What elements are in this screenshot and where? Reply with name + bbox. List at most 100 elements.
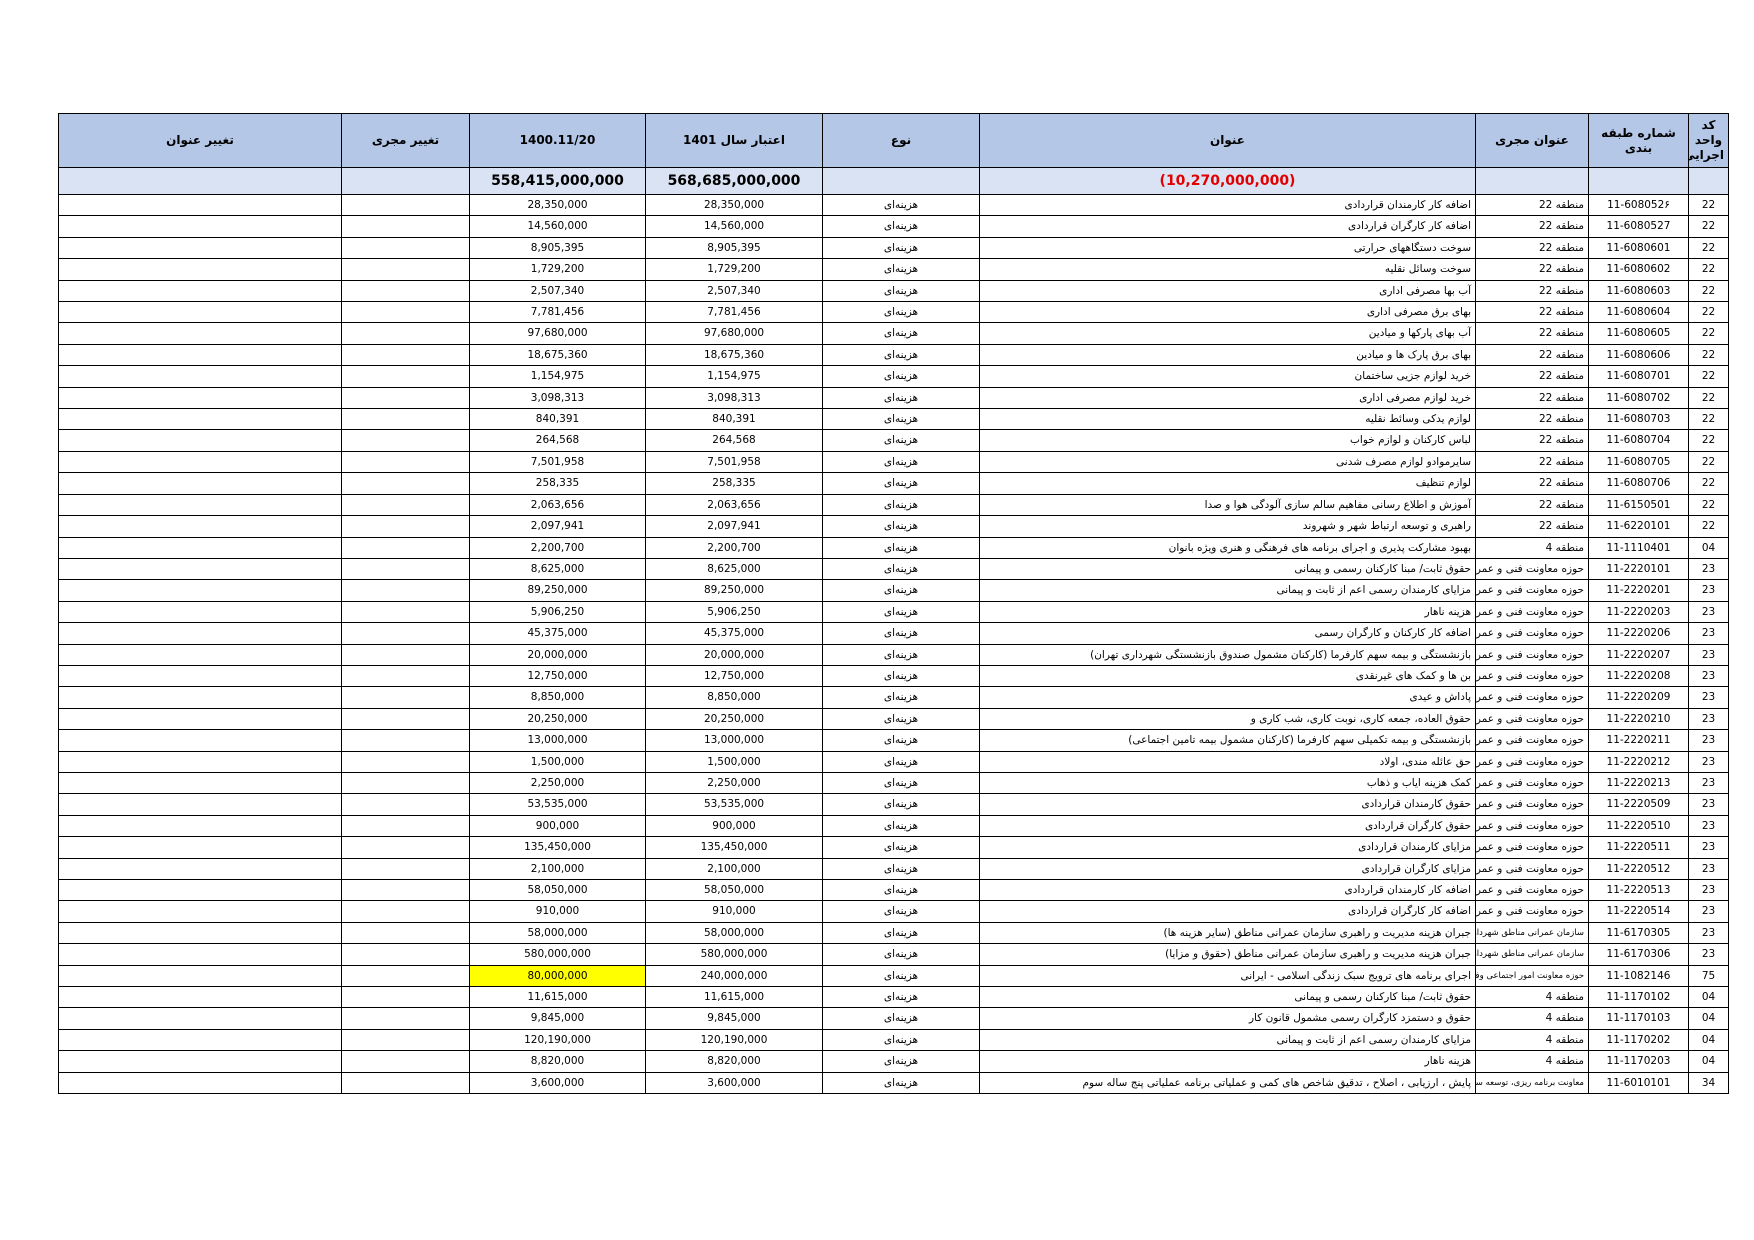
cell-credit: 2,100,000 [645,857,823,881]
cell-unit-code: 22 [1688,279,1729,303]
table-row: 04 11-1170103 منطقه 4 حقوق و دستمزد کارگران… [58,1007,1729,1030]
cell-date: 264,568 [469,429,646,452]
table-row: 22 11-608052۶ منطقه 22 اضافه کار کارمندان ق… [58,193,1729,217]
cell-agent: حوزه معاونت فنی و عمرانی [1475,600,1589,624]
cell-credit: 1,500,000 [645,750,823,773]
table-row: 22 11-6220101 منطقه 22 راهبری و توسعه ارتبا… [58,515,1729,538]
cell-credit: 240,000,000 [645,964,823,988]
cell-agent: منطقه 4 [1475,986,1589,1009]
cell-credit: 11,615,000 [645,986,823,1009]
cell-agent: منطقه 22 [1475,472,1589,495]
cell-change-title [58,279,342,303]
cell-type: هزینه‌ای [822,814,980,838]
cell-agent: منطقه 22 [1475,279,1589,303]
cell-date: 58,050,000 [469,878,646,902]
cell-credit: 3,600,000 [645,1071,823,1095]
table-row: 04 11-1170203 منطقه 4 هزینه ناهار هزینه‌ای 8,… [58,1050,1729,1073]
cell-change-agent [341,515,470,538]
cell-type: هزینه‌ای [822,343,980,367]
cell-agent: حوزه معاونت فنی و عمرانی [1475,622,1589,645]
cell-credit: 1,729,200 [645,258,823,281]
table-row: 22 11-6080606 منطقه 22 بهای برق پارک ها و م… [58,343,1729,367]
cell-agent: منطقه 22 [1475,215,1589,238]
table-row: 2311-2220203حوزه معاونت فنی و عمرانیهزین… [58,600,1729,624]
cell-change-agent [341,301,470,324]
cell-unit-code: 22 [1688,236,1729,260]
cell-title: آب بها مصرفی اداری [979,279,1476,303]
table-row: 2311-2220207حوزه معاونت فنی و عمرانیبازن… [58,643,1729,666]
cell-credit: 2,250,000 [645,771,823,795]
cell-change-title [58,1071,342,1095]
cell-change-agent [341,236,470,260]
table-row: 22 11-6080601 منطقه 22 سوخت دستگاههای حرارت… [58,236,1729,260]
table-row: 04 11-1170102 منطقه 4 حقوق ثابت/ مبنا کارکن… [58,986,1729,1009]
cell-date: 3,600,000 [469,1071,646,1095]
cell-type: هزینه‌ای [822,258,980,281]
cell-class-no: 11-1170202 [1588,1028,1689,1052]
cell-unit-code: 23 [1688,900,1729,923]
cell-title: حق عائله مندی، اولاد [979,750,1476,773]
cell-change-agent [341,322,470,345]
header-date-col: 1400.11/20 [469,113,646,168]
cell-credit: 910,000 [645,900,823,923]
cell-credit: 2,200,700 [645,536,823,559]
cell-type: هزینه‌ای [822,943,980,966]
cell-change-title [58,429,342,452]
cell-title: اضافه کار کارمندان قراردادی [979,193,1476,217]
cell-credit: 120,190,000 [645,1028,823,1052]
cell-type: هزینه‌ای [822,900,980,923]
cell-credit: 2,063,656 [645,493,823,517]
cell-credit: 8,820,000 [645,1050,823,1073]
cell-unit-code: 23 [1688,750,1729,773]
cell-class-no: 11-6080603 [1588,279,1689,303]
cell-type: هزینه‌ای [822,1007,980,1030]
cell-change-agent [341,472,470,495]
cell-agent: منطقه 4 [1475,1007,1589,1030]
cell-title: خرید لوازم جزیی ساختمان [979,365,1476,388]
cell-class-no: 11-6080601 [1588,236,1689,260]
cell-change-agent [341,408,470,431]
cell-change-agent [341,964,470,988]
cell-class-no: 11-608052۶ [1588,193,1689,217]
cell-unit-code: 23 [1688,686,1729,709]
cell-type: هزینه‌ای [822,301,980,324]
cell-agent: منطقه 22 [1475,258,1589,281]
cell-credit: 9,845,000 [645,1007,823,1030]
cell-change-title [58,215,342,238]
cell-title: بهبود مشارکت پذیری و اجرای برنامه های فر… [979,536,1476,559]
table-row: 04 11-1170202 منطقه 4 مزایای کارمندان رسمی … [58,1028,1729,1052]
cell-agent: حوزه معاونت فنی و عمرانی [1475,729,1589,752]
cell-date: 7,501,958 [469,450,646,474]
cell-unit-code: 04 [1688,1028,1729,1052]
cell-unit-code: 23 [1688,622,1729,645]
cell-change-agent [341,493,470,517]
table-row: 2311-2220212حوزه معاونت فنی و عمرانیحق ع… [58,750,1729,773]
cell-title: اضافه کار کارگران قراردادی [979,900,1476,923]
cell-agent: منطقه 22 [1475,386,1589,410]
cell-change-agent [341,365,470,388]
cell-agent: حوزه معاونت فنی و عمرانی [1475,557,1589,581]
cell-class-no: 11-6220101 [1588,515,1689,538]
cell-change-agent [341,343,470,367]
cell-type: هزینه‌ای [822,515,980,538]
cell-change-agent [341,729,470,752]
cell-agent: منطقه 4 [1475,1050,1589,1073]
cell-date: 8,625,000 [469,557,646,581]
cell-date: 9,845,000 [469,1007,646,1030]
table-row: 22 11-6080703 منطقه 22 لوازم یدکی وسائط نقل… [58,408,1729,431]
table-row: 2311-2220210حوزه معاونت فنی و عمرانیحقوق… [58,707,1729,731]
table-row: 2311-2220209حوزه معاونت فنی و عمرانیپادا… [58,686,1729,709]
cell-type: هزینه‌ای [822,557,980,581]
cell-type: هزینه‌ای [822,365,980,388]
cell-credit: 900,000 [645,814,823,838]
cell-class-no: 11-2220206 [1588,622,1689,645]
cell-date: 580,000,000 [469,943,646,966]
cell-credit: 3,098,313 [645,386,823,410]
cell-agent: حوزه معاونت فنی و عمرانی [1475,643,1589,666]
cell-class-no: 11-6080606 [1588,343,1689,367]
cell-agent: منطقه 4 [1475,536,1589,559]
budget-table: کد واحد اجرایی شماره طبقه بندی عنوان مجر… [58,113,1729,1095]
cell-title: راهبری و توسعه ارتباط شهر و شهروند [979,515,1476,538]
cell-unit-code: 23 [1688,729,1729,752]
cell-type: هزینه‌ای [822,857,980,881]
